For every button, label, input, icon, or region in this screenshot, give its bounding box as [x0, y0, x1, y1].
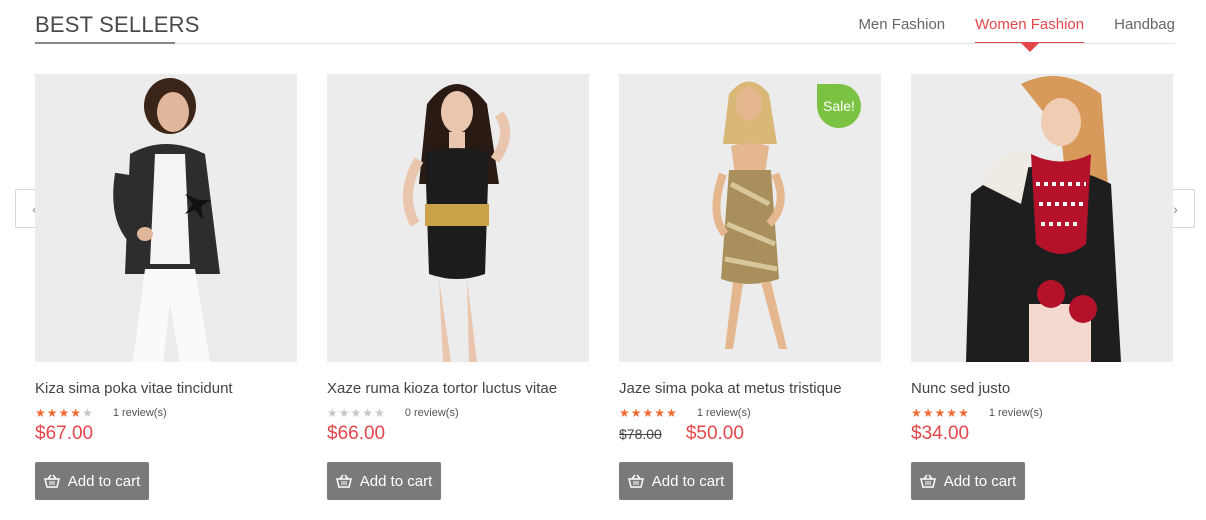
star-icon: ★ [82, 406, 93, 420]
product-name[interactable]: Jaze sima poka at metus tristique [619, 380, 881, 400]
price: $34.00 [911, 423, 970, 444]
product-name[interactable]: Xaze ruma kioza tortor luctus vitae [327, 380, 589, 400]
price-row: $66.00 [327, 423, 589, 445]
price: $67.00 [35, 423, 94, 444]
star-icon: ★ [350, 406, 362, 420]
price: $50.00 [685, 423, 744, 444]
product-card: Kiza sima poka vitae tincidunt ★ ★ ★ ★ ★ 1 r… [35, 74, 297, 500]
basket-icon [919, 474, 936, 488]
tab-men-fashion[interactable]: Men Fashion [858, 16, 945, 43]
star-icon: ★ [922, 406, 934, 420]
star-icon: ★ [338, 406, 350, 420]
product-image[interactable] [327, 74, 589, 362]
old-price: $78.00 [619, 426, 662, 442]
star-icon: ★ [362, 406, 374, 420]
add-to-cart-button[interactable]: Add to cart [327, 462, 441, 500]
star-icon: ★ [46, 406, 58, 420]
product-image[interactable] [35, 74, 297, 362]
price-row: $67.00 [35, 423, 297, 445]
price-row: $34.00 [911, 423, 1173, 445]
basket-icon [43, 474, 60, 488]
add-to-cart-button[interactable]: Add to cart [911, 462, 1025, 500]
star-icon: ★ [642, 406, 654, 420]
add-to-cart-label: Add to cart [943, 472, 1017, 490]
product-carousel: Kiza sima poka vitae tincidunt ★ ★ ★ ★ ★ 1 r… [35, 74, 1175, 504]
add-to-cart-button[interactable]: Add to cart [35, 462, 149, 500]
price: $66.00 [327, 423, 386, 444]
rating-row: ★ ★ ★ ★ ★ 0 review(s) [327, 406, 589, 420]
star-rating: ★ ★ ★ ★ ★ [35, 406, 93, 420]
star-icon: ★ [327, 406, 338, 420]
star-icon: ★ [946, 406, 958, 420]
star-icon: ★ [666, 406, 677, 420]
star-icon: ★ [934, 406, 946, 420]
add-to-cart-label: Add to cart [67, 472, 141, 490]
product-card: Nunc sed justo ★ ★ ★ ★ ★ 1 review(s) $34.00 … [911, 74, 1173, 500]
review-count[interactable]: 1 review(s) [113, 407, 167, 419]
star-rating: ★ ★ ★ ★ ★ [911, 406, 969, 420]
review-count[interactable]: 1 review(s) [989, 407, 1043, 419]
rating-row: ★ ★ ★ ★ ★ 1 review(s) [35, 406, 297, 420]
product-card: Sale! Jaze sima poka at metus tristique … [619, 74, 881, 500]
sale-badge: Sale! [817, 84, 861, 128]
tab-handbag[interactable]: Handbag [1114, 16, 1175, 43]
product-image[interactable] [911, 74, 1173, 362]
basket-icon [627, 474, 644, 488]
star-icon: ★ [619, 406, 630, 420]
review-count[interactable]: 1 review(s) [697, 407, 751, 419]
title-underline [35, 42, 175, 44]
star-rating: ★ ★ ★ ★ ★ [619, 406, 677, 420]
star-icon: ★ [958, 406, 969, 420]
star-icon: ★ [374, 406, 385, 420]
section-title: BEST SELLERS [35, 12, 200, 37]
rating-row: ★ ★ ★ ★ ★ 1 review(s) [619, 406, 881, 420]
model-illustration [966, 76, 1121, 362]
review-count[interactable]: 0 review(s) [405, 407, 459, 419]
star-icon: ★ [35, 406, 46, 420]
rating-row: ★ ★ ★ ★ ★ 1 review(s) [911, 406, 1173, 420]
basket-icon [335, 474, 352, 488]
product-card: Xaze ruma kioza tortor luctus vitae ★ ★ ★ ★… [327, 74, 589, 500]
model-illustration [402, 84, 510, 362]
price-row: $78.00 $50.00 [619, 423, 881, 445]
star-rating: ★ ★ ★ ★ ★ [327, 406, 385, 420]
star-icon: ★ [911, 406, 922, 420]
product-image[interactable]: Sale! [619, 74, 881, 362]
star-icon: ★ [70, 406, 82, 420]
section-header: BEST SELLERS Men Fashion Women Fashion H… [35, 0, 1175, 52]
add-to-cart-label: Add to cart [359, 472, 433, 490]
star-icon: ★ [58, 406, 70, 420]
product-name[interactable]: Kiza sima poka vitae tincidunt [35, 380, 297, 400]
product-name[interactable]: Nunc sed justo [911, 380, 1173, 400]
star-icon: ★ [654, 406, 666, 420]
tab-women-fashion[interactable]: Women Fashion [975, 16, 1085, 52]
add-to-cart-label: Add to cart [651, 472, 725, 490]
star-icon: ★ [630, 406, 642, 420]
category-tabs: Men Fashion Women Fashion Handbag [858, 16, 1175, 52]
add-to-cart-button[interactable]: Add to cart [619, 462, 733, 500]
model-illustration [113, 78, 220, 362]
